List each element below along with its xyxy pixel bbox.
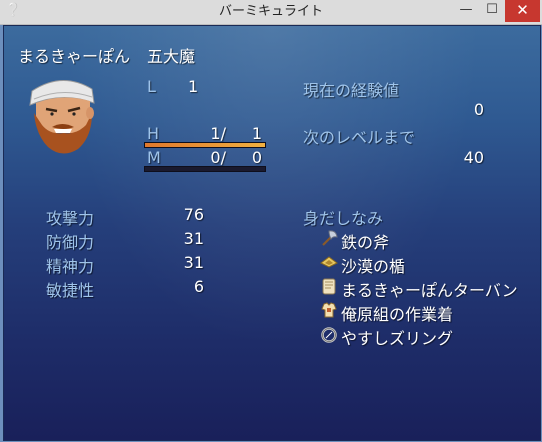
param-defense-value: 31 [183,229,204,248]
actor-name: まるきゃーぽん [18,47,131,66]
param-agility-label: 敏捷性 [46,281,95,300]
param-spirit-value: 31 [183,253,204,272]
param-attack-label: 攻撃力 [46,209,95,228]
param-spirit-label: 精神力 [46,257,95,276]
axe-icon [322,230,338,246]
param-attack-value: 76 [183,205,204,224]
actor-portrait [29,80,95,154]
mp-gauge [144,166,266,172]
hp-gauge-fill [145,143,265,147]
equip-weapon[interactable]: 鉄の斧 [341,229,389,253]
exp-current-value: 0 [473,100,484,119]
mp-current: 0/ [210,148,226,167]
hp-label: H [147,124,160,143]
headgear-icon [322,278,336,295]
level-label: L [147,77,156,96]
shield-icon [320,256,338,268]
param-agility-value: 6 [193,277,204,296]
armor-icon [321,302,337,318]
equip-body[interactable]: 俺原組の作業着 [341,301,453,325]
hp-max: 1 [251,124,262,143]
title-bar: ❔ バーミキュライト — ☐ ✕ [0,0,542,25]
equip-shield[interactable]: 沙漠の楯 [341,253,405,277]
minimize-button[interactable]: — [453,0,479,22]
actor-class: 五大魔 [147,47,196,66]
param-defense-label: 防御力 [46,233,95,252]
hp-current: 1/ [210,124,226,143]
level-value: 1 [188,77,199,96]
game-window: ❔ バーミキュライト — ☐ ✕ まるきゃーぽん 五大魔 L 1 H 1/ 1 … [0,0,542,442]
exp-current-label: 現在の経験値 [303,81,400,100]
exp-next-value: 40 [463,148,484,167]
close-button[interactable]: ✕ [505,0,540,22]
equip-head[interactable]: まるきゃーぽんターバン [341,277,518,301]
exp-next-label: 次のレベルまで [303,128,416,147]
mp-label: M [147,148,161,167]
equipment-header: 身だしなみ [303,209,384,228]
maximize-button[interactable]: ☐ [479,0,505,22]
equip-accessory[interactable]: やすしズリング [341,325,453,349]
ring-icon [321,327,337,343]
mp-max: 0 [251,148,262,167]
status-screen: まるきゃーぽん 五大魔 L 1 H 1/ 1 M 0/ 0 現在の経験値 0 次… [3,25,541,441]
